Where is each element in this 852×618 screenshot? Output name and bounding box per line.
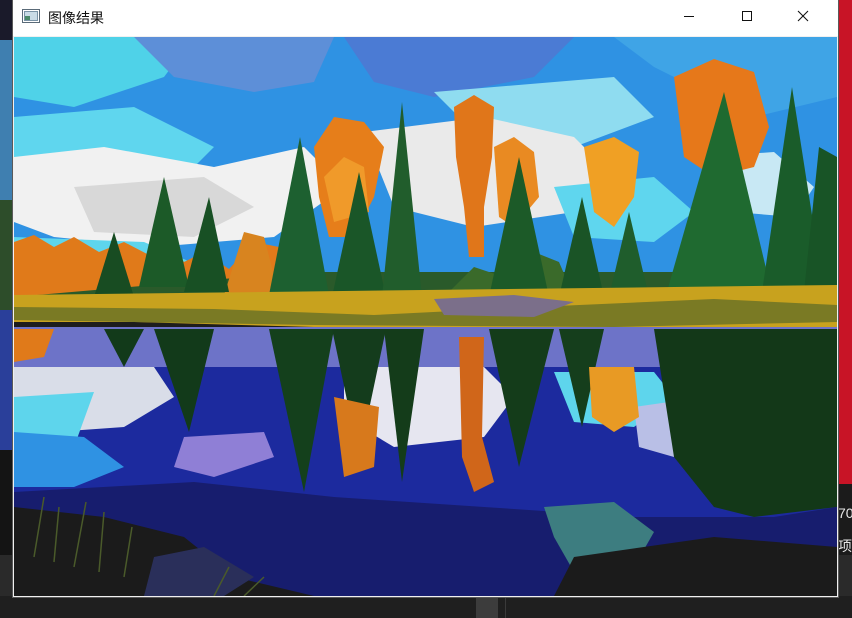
maximize-icon [742,11,752,21]
background-text-number: 70 [838,505,852,521]
close-button[interactable] [780,0,826,32]
background-app-edge-left [0,0,13,555]
image-window-icon [22,8,40,24]
posterized-landscape-image [14,37,837,596]
minimize-button[interactable] [666,0,712,32]
maximize-button[interactable] [724,0,770,32]
background-text-label: 项 [838,538,852,554]
window-title: 图像结果 [48,10,104,26]
close-icon [797,10,809,22]
image-result-window[interactable]: 图像结果 [13,0,838,597]
background-separator [505,598,506,618]
background-red-strip [838,0,852,484]
background-taskbar [0,596,852,618]
minimize-icon [684,16,694,17]
background-scroll-button[interactable] [476,598,498,618]
title-bar[interactable]: 图像结果 [13,0,838,36]
landscape-illustration [14,37,837,596]
